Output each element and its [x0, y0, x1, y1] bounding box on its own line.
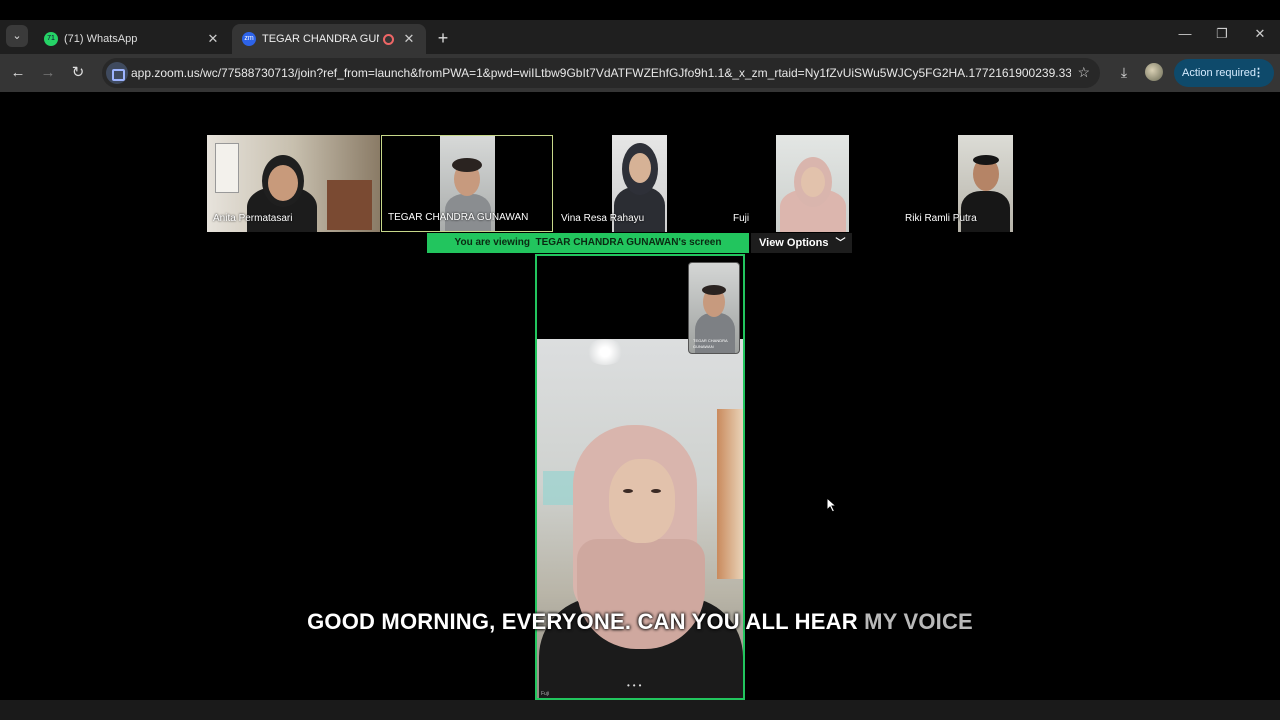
person-eye — [623, 489, 633, 493]
bookmark-star-icon[interactable]: ☆ — [1077, 64, 1090, 81]
forward-icon[interactable]: → — [38, 63, 58, 83]
mouse-cursor-icon — [826, 497, 838, 513]
participant-video — [776, 135, 849, 232]
profile-avatar[interactable] — [1145, 63, 1163, 81]
menu-dots-icon: ⋮ — [1253, 67, 1264, 79]
tab-zoom[interactable]: zm TEGAR CHANDRA GUNAWAN ✕ — [232, 24, 426, 54]
viewing-screen-banner: You are viewing TEGAR CHANDRA GUNAWAN's … — [427, 233, 749, 253]
participant-tile[interactable]: Vina Resa Rahayu — [555, 135, 725, 232]
participant-tile[interactable]: TEGAR CHANDRA GUNAWAN — [381, 135, 553, 232]
screen: ⌄ 71 (71) WhatsApp ✕ zm TEGAR CHANDRA GU… — [0, 0, 1280, 720]
self-view-pip[interactable]: TEGAR CHANDRA GUNAWAN — [688, 262, 740, 354]
view-options-label: View Options — [759, 237, 829, 249]
tab-search-chevron-icon[interactable]: ⌄ — [6, 25, 28, 47]
back-icon[interactable]: ← — [8, 63, 28, 83]
download-icon[interactable]: ⤓ — [1114, 64, 1134, 81]
bottom-bar — [0, 700, 1280, 720]
minimize-icon[interactable]: — — [1175, 26, 1195, 41]
window-frame — [717, 409, 743, 579]
person-face — [609, 459, 675, 543]
zoom-icon: zm — [242, 32, 256, 46]
participant-name: Anita Permatasari — [213, 213, 293, 224]
view-options-button[interactable]: View Options ﹀ — [751, 233, 852, 253]
meeting-stage: Anita Permatasari TEGAR CHANDRA GUNAWAN … — [0, 92, 1280, 700]
url-text[interactable]: app.zoom.us/wc/77588730713/join?ref_from… — [131, 66, 1071, 80]
corner-label: Fuji — [541, 691, 550, 697]
browser-tab-strip: ⌄ 71 (71) WhatsApp ✕ zm TEGAR CHANDRA GU… — [0, 20, 1280, 54]
reload-icon[interactable]: ↻ — [68, 63, 88, 83]
tab-title: TEGAR CHANDRA GUNAWAN — [262, 33, 379, 45]
shared-video-feed — [537, 339, 743, 698]
tab-whatsapp[interactable]: 71 (71) WhatsApp ✕ — [34, 24, 230, 54]
close-tab-icon[interactable]: ✕ — [206, 31, 220, 47]
participant-tile[interactable]: Fuji — [727, 135, 897, 232]
pip-name: TEGAR CHANDRA GUNAWAN — [693, 338, 728, 349]
close-window-icon[interactable]: ✕ — [1250, 26, 1270, 42]
participant-name: Fuji — [733, 213, 750, 224]
new-tab-button[interactable]: + — [434, 28, 452, 49]
restore-icon[interactable]: ❐ — [1212, 26, 1232, 42]
banner-name: TEGAR CHANDRA GUNAWAN's screen — [535, 237, 722, 248]
tab-title: (71) WhatsApp — [64, 33, 138, 45]
person-eye — [651, 489, 661, 493]
participant-name: TEGAR CHANDRA GUNAWAN — [388, 212, 529, 223]
caption-upcoming: MY VOICE — [864, 609, 973, 634]
site-info-icon[interactable] — [106, 62, 128, 84]
action-required-button[interactable]: Action required ⋮ — [1174, 59, 1274, 87]
recording-icon — [383, 33, 394, 45]
address-bar[interactable]: app.zoom.us/wc/77588730713/join?ref_from… — [102, 58, 1100, 88]
participant-name: Vina Resa Rahayu — [561, 213, 645, 224]
close-tab-icon[interactable]: ✕ — [402, 31, 416, 47]
caption-spoken: GOOD MORNING, EVERYONE. CAN YOU ALL HEAR — [307, 609, 858, 634]
participant-name: Riki Ramli Putra — [905, 213, 977, 224]
ceiling-light — [585, 339, 625, 365]
subtitle-caption: GOOD MORNING, EVERYONE. CAN YOU ALL HEAR… — [0, 609, 1280, 635]
participant-tile[interactable]: Riki Ramli Putra — [899, 135, 1013, 232]
action-required-label: Action required — [1182, 67, 1256, 79]
browser-toolbar: ← → ↻ app.zoom.us/wc/77588730713/join?re… — [0, 54, 1280, 92]
whatsapp-icon: 71 — [44, 32, 58, 46]
chevron-down-icon: ﹀ — [835, 238, 846, 249]
banner-prefix: You are viewing — [454, 237, 530, 248]
pagination-dots[interactable]: ••• — [627, 681, 644, 690]
participant-tile[interactable]: Anita Permatasari — [207, 135, 380, 232]
